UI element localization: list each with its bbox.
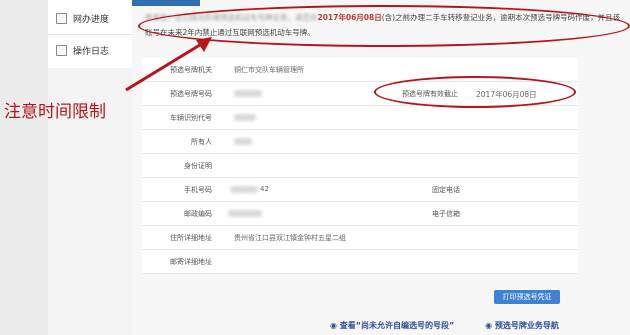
annotation-arrow bbox=[125, 37, 212, 92]
annotation-text: 注意时间限制 bbox=[4, 102, 106, 122]
